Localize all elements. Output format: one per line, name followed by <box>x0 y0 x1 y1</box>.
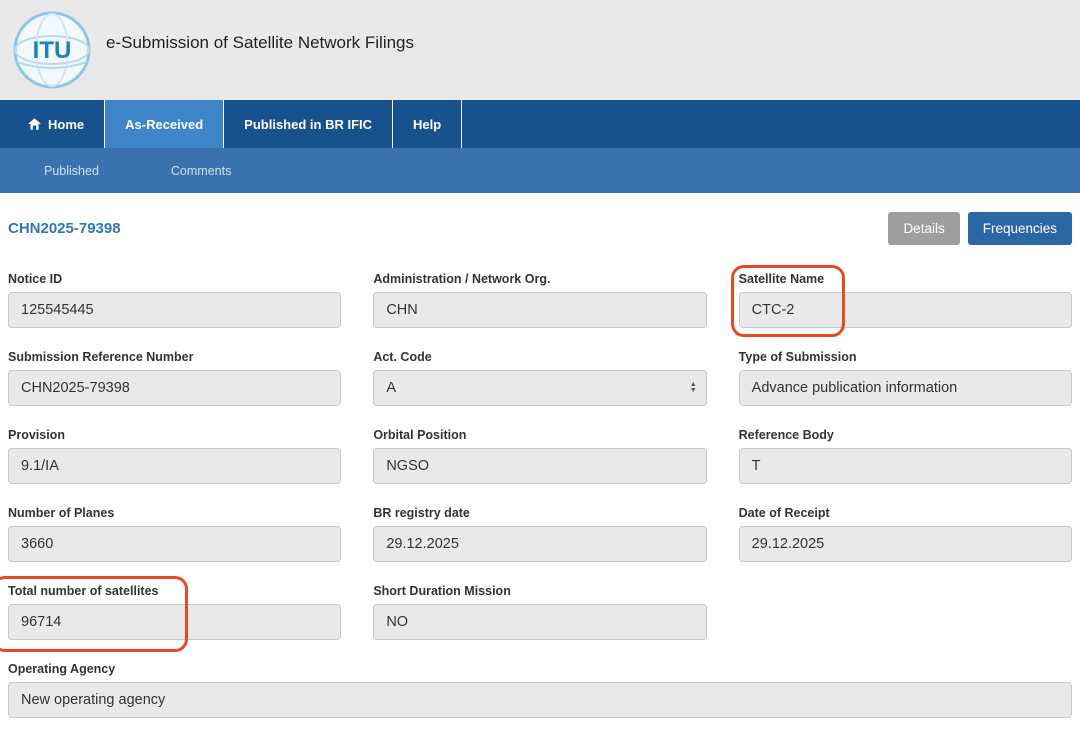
empty-cell <box>739 584 1072 640</box>
field-submission-reference: Submission Reference Number CHN2025-7939… <box>8 350 341 406</box>
itu-logo: ITU <box>12 10 92 90</box>
itu-logo-text: ITU <box>33 37 72 64</box>
field-provision: Provision 9.1/IA <box>8 428 341 484</box>
satellite-name-label: Satellite Name <box>739 272 1072 286</box>
details-button[interactable]: Details <box>888 212 959 245</box>
reference-body-field: T <box>739 448 1072 484</box>
field-number-of-planes: Number of Planes 3660 <box>8 506 341 562</box>
operating-agency-label: Operating Agency <box>8 662 1072 676</box>
br-registry-date-label: BR registry date <box>373 506 706 520</box>
type-of-submission-field: Advance publication information <box>739 370 1072 406</box>
tab-published-in-br-ific-label: Published in BR IFIC <box>244 117 372 132</box>
date-of-receipt-label: Date of Receipt <box>739 506 1072 520</box>
sub-nav: Published Comments <box>0 148 1080 193</box>
field-br-registry-date: BR registry date 29.12.2025 <box>373 506 706 562</box>
operating-agency-field: New operating agency <box>8 682 1072 718</box>
field-orbital-position: Orbital Position NGSO <box>373 428 706 484</box>
short-duration-mission-field: NO <box>373 604 706 640</box>
field-total-satellites: Total number of satellites 96714 <box>8 584 341 640</box>
frequencies-button[interactable]: Frequencies <box>968 212 1072 245</box>
submission-reference-label: Submission Reference Number <box>8 350 341 364</box>
tab-as-received-label: As-Received <box>125 117 203 132</box>
select-stepper-icon: ▲▼ <box>690 382 697 394</box>
provision-label: Provision <box>8 428 341 442</box>
subnav-item-comments[interactable]: Comments <box>171 164 231 178</box>
view-buttons: Details Frequencies <box>888 212 1072 245</box>
field-satellite-name: Satellite Name CTC-2 <box>739 272 1072 328</box>
orbital-position-label: Orbital Position <box>373 428 706 442</box>
home-icon <box>28 118 41 130</box>
field-date-of-receipt: Date of Receipt 29.12.2025 <box>739 506 1072 562</box>
field-operating-agency: Operating Agency New operating agency <box>8 662 1072 718</box>
tab-help[interactable]: Help <box>393 100 462 148</box>
number-of-planes-label: Number of Planes <box>8 506 341 520</box>
field-administration: Administration / Network Org. CHN <box>373 272 706 328</box>
tab-home[interactable]: Home <box>8 100 105 148</box>
act-code-selected-value: A <box>386 380 396 396</box>
br-registry-date-field: 29.12.2025 <box>373 526 706 562</box>
satellite-name-field: CTC-2 <box>739 292 1072 328</box>
page-title: CHN2025-79398 <box>8 220 121 237</box>
tab-as-received[interactable]: As-Received <box>105 100 224 148</box>
page-header: CHN2025-79398 Details Frequencies <box>8 212 1072 245</box>
main-nav: Home As-Received Published in BR IFIC He… <box>0 100 1080 148</box>
subnav-item-published[interactable]: Published <box>44 164 99 178</box>
type-of-submission-label: Type of Submission <box>739 350 1072 364</box>
number-of-planes-field: 3660 <box>8 526 341 562</box>
provision-field: 9.1/IA <box>8 448 341 484</box>
act-code-select[interactable]: A ▲▼ <box>373 370 706 406</box>
act-code-label: Act. Code <box>373 350 706 364</box>
short-duration-mission-label: Short Duration Mission <box>373 584 706 598</box>
submission-reference-field: CHN2025-79398 <box>8 370 341 406</box>
date-of-receipt-field: 29.12.2025 <box>739 526 1072 562</box>
notice-id-label: Notice ID <box>8 272 341 286</box>
administration-field: CHN <box>373 292 706 328</box>
field-reference-body: Reference Body T <box>739 428 1072 484</box>
total-satellites-field: 96714 <box>8 604 341 640</box>
app-title: e-Submission of Satellite Network Filing… <box>106 33 414 53</box>
notice-id-field: 125545445 <box>8 292 341 328</box>
field-act-code: Act. Code A ▲▼ <box>373 350 706 406</box>
field-short-duration-mission: Short Duration Mission NO <box>373 584 706 640</box>
field-notice-id: Notice ID 125545445 <box>8 272 341 328</box>
field-type-of-submission: Type of Submission Advance publication i… <box>739 350 1072 406</box>
tab-help-label: Help <box>413 117 441 132</box>
administration-label: Administration / Network Org. <box>373 272 706 286</box>
reference-body-label: Reference Body <box>739 428 1072 442</box>
details-form: Notice ID 125545445 Administration / Net… <box>8 272 1072 718</box>
orbital-position-field: NGSO <box>373 448 706 484</box>
total-satellites-label: Total number of satellites <box>8 584 341 598</box>
tab-home-label: Home <box>48 117 84 132</box>
main-content: CHN2025-79398 Details Frequencies Notice… <box>0 212 1080 718</box>
app-header: ITU e-Submission of Satellite Network Fi… <box>0 0 1080 100</box>
tab-published-in-br-ific[interactable]: Published in BR IFIC <box>224 100 393 148</box>
